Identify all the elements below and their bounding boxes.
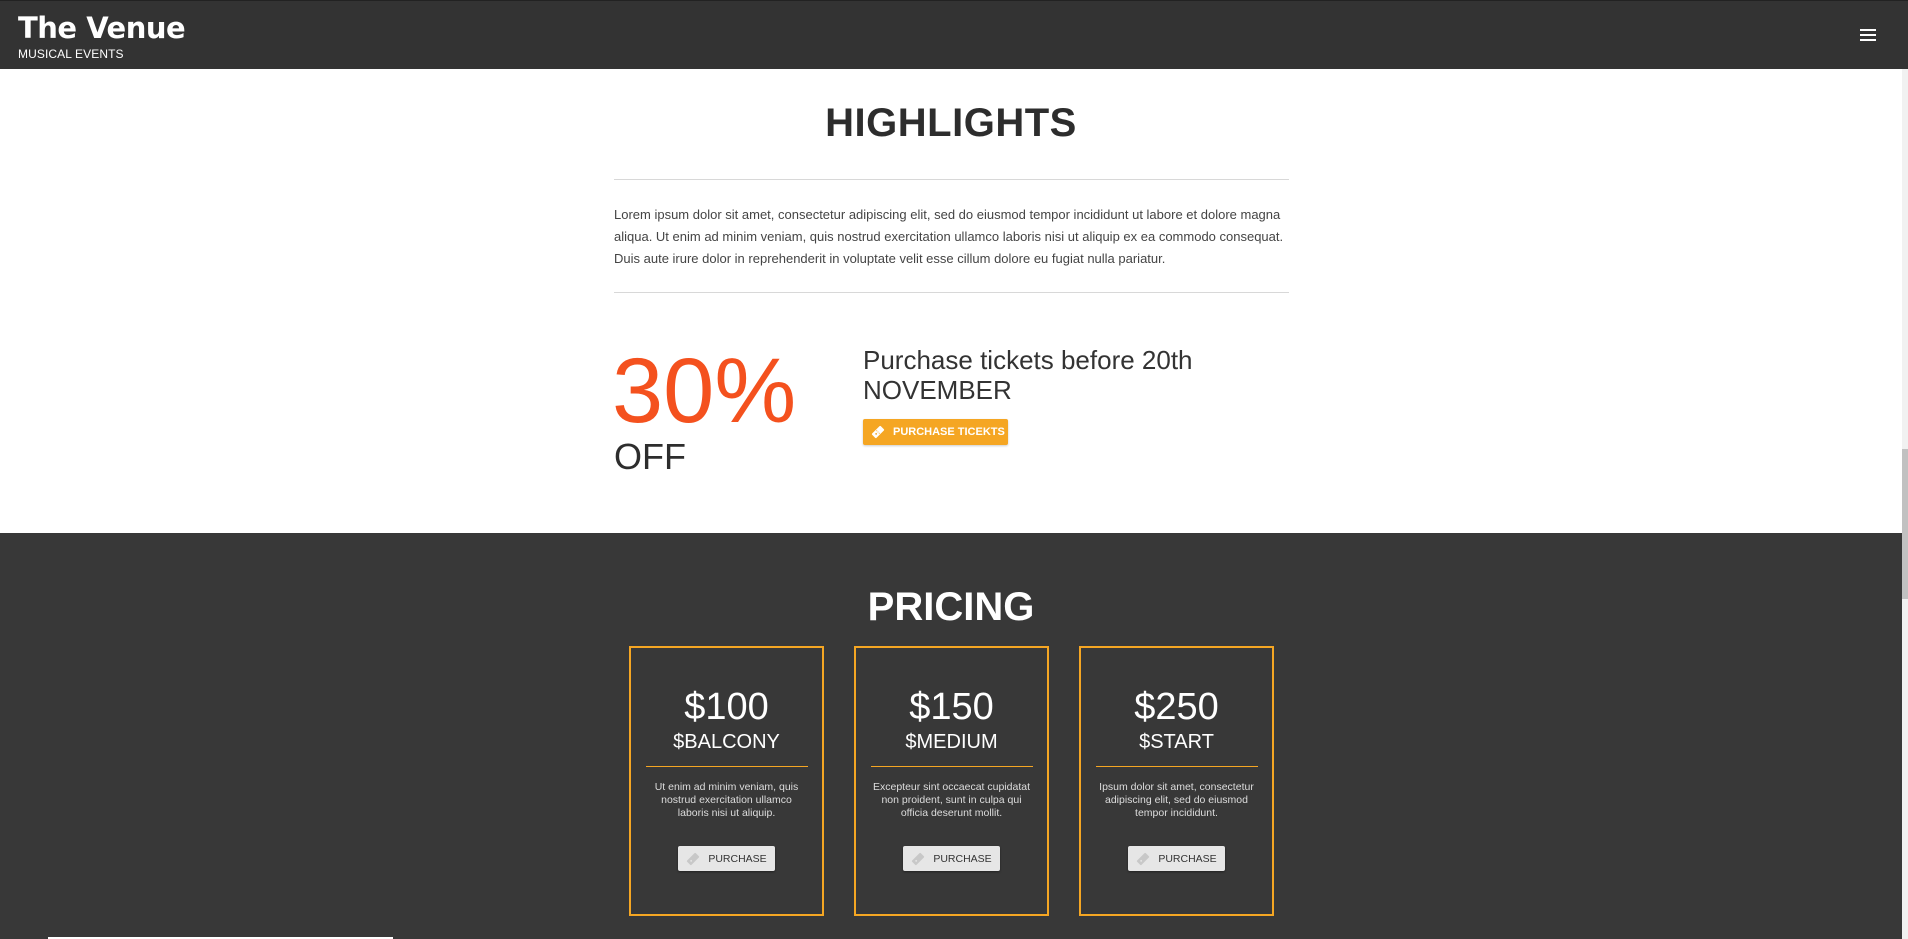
highlights-section: HIGHLIGHTS Lorem ipsum dolor sit amet, c… [0,69,1902,533]
purchase-button[interactable]: PURCHASE [678,846,775,871]
pricing-card-start: $250 $START Ipsum dolor sit amet, consec… [1079,646,1274,916]
plan-description: Ut enim ad minim veniam, quis nostrud ex… [654,781,799,819]
divider [614,179,1289,180]
plan-tier: $START [1139,731,1214,753]
plan-price: $100 [684,686,769,728]
brand-subtitle: MUSICAL EVENTS [18,47,124,61]
promo-text: Purchase tickets before 20th NOVEMBER [863,345,1263,405]
vertical-scrollbar[interactable] [1902,69,1908,939]
plan-description: Excepteur sint occaecat cupidatat non pr… [872,781,1030,819]
purchase-button[interactable]: PURCHASE [903,846,1000,871]
discount-label: OFF [614,436,686,477]
purchase-label: PURCHASE [1158,852,1217,865]
brand-title: The Venue [18,11,186,45]
purchase-label: PURCHASE [933,852,992,865]
promo-line-1: Purchase tickets before 20th [863,345,1193,375]
ticket-icon [687,852,700,865]
purchase-label: PURCHASE [708,852,767,865]
plan-price: $250 [1134,686,1219,728]
plan-tier: $BALCONY [673,731,780,753]
promo-line-2: NOVEMBER [863,375,1012,405]
plan-description: Ipsum dolor sit amet, consectetur adipis… [1099,781,1254,819]
card-divider [645,766,808,767]
pricing-title: PRICING [867,585,1035,629]
card-divider [1095,766,1258,767]
scrollbar-thumb[interactable] [1902,449,1908,599]
purchase-tickets-button[interactable]: PURCHASE TICEKTS [863,419,1008,445]
pricing-card-balcony: $100 $BALCONY Ut enim ad minim veniam, q… [629,646,824,916]
pricing-card-medium: $150 $MEDIUM Excepteur sint occaecat cup… [854,646,1049,916]
plan-price: $150 [909,686,994,728]
ticket-icon [871,425,885,439]
highlights-paragraph: Lorem ipsum dolor sit amet, consectetur … [614,207,1284,266]
pricing-section: PRICING $100 $BALCONY Ut enim ad minim v… [0,533,1902,939]
top-navbar: The Venue MUSICAL EVENTS [0,0,1908,69]
purchase-button[interactable]: PURCHASE [1128,846,1225,871]
brand[interactable]: The Venue MUSICAL EVENTS [18,11,186,61]
ticket-icon [1137,852,1150,865]
ticket-icon [912,852,925,865]
card-divider [870,766,1033,767]
purchase-tickets-label: PURCHASE TICEKTS [893,426,1005,438]
discount-value: 30% [612,340,797,442]
hamburger-icon[interactable] [1860,29,1876,42]
divider [614,292,1289,293]
plan-tier: $MEDIUM [905,731,998,753]
highlights-title: HIGHLIGHTS [825,101,1077,145]
